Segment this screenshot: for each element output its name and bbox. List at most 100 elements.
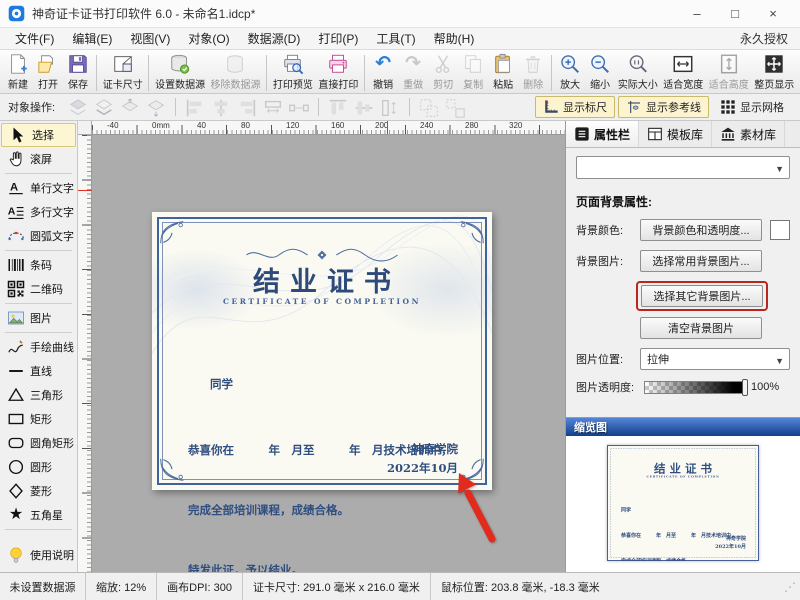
menu-object[interactable]: 对象(O): [179, 28, 238, 49]
background-color-button[interactable]: 背景颜色和透明度...: [640, 219, 762, 241]
svg-text:A: A: [8, 205, 16, 217]
tab-template-library[interactable]: 模板库: [639, 121, 712, 147]
menu-help[interactable]: 帮助(H): [425, 28, 484, 49]
show-ruler-toggle[interactable]: 显示标尺: [535, 96, 615, 118]
corner-flourish-icon: [459, 219, 485, 245]
open-file-icon: [37, 53, 59, 75]
ruler-label: 240: [420, 121, 433, 130]
menu-tools[interactable]: 工具(T): [367, 28, 424, 49]
tool-arc-text[interactable]: 圆弧文字: [0, 224, 77, 248]
menu-datasource[interactable]: 数据源(D): [239, 28, 310, 49]
print-preview-button[interactable]: 打印预览: [270, 52, 315, 91]
tool-triangle[interactable]: 三角形: [0, 383, 77, 407]
clear-background-button[interactable]: 清空背景图片: [640, 317, 762, 339]
close-button[interactable]: ×: [754, 1, 792, 27]
tool-rectangle[interactable]: 矩形: [0, 407, 77, 431]
fit-width-button[interactable]: 适合宽度: [661, 52, 706, 91]
certificate-body-line: 特发此证，予以结业。: [188, 560, 462, 572]
status-card-size: 证卡尺寸: 291.0 毫米 x 216.0 毫米: [243, 573, 431, 600]
tool-image[interactable]: 图片: [0, 306, 77, 330]
help-bulb-icon: [7, 546, 25, 564]
tab-label: 属性栏: [594, 126, 630, 143]
tool-freehand-curve[interactable]: 手绘曲线: [0, 335, 77, 359]
tool-label: 滚屏: [30, 151, 52, 167]
direct-print-button[interactable]: 直接打印: [316, 52, 361, 91]
thumbnail-date: 2022年10月: [715, 543, 746, 551]
background-color-row: 背景颜色: 背景颜色和透明度...: [576, 219, 790, 241]
align-center-icon: [210, 97, 232, 117]
rectangle-icon: [7, 410, 25, 428]
tool-single-line-text[interactable]: A 单行文字: [0, 176, 77, 200]
menu-file[interactable]: 文件(F): [6, 28, 63, 49]
tool-star[interactable]: ★ 五角星: [0, 503, 77, 527]
help-button[interactable]: 使用说明: [0, 540, 77, 570]
resize-grip-icon[interactable]: ⋰: [784, 580, 800, 594]
save-button[interactable]: 保存: [63, 52, 93, 91]
opacity-slider-handle[interactable]: [742, 379, 748, 396]
opacity-slider[interactable]: [644, 381, 746, 394]
object-selector-dropdown[interactable]: ▼: [576, 156, 790, 179]
certificate-page[interactable]: 结业证书 CERTIFICATE OF COMPLETION 同学 恭喜你在 年…: [152, 212, 492, 490]
open-button[interactable]: 打开: [33, 52, 63, 91]
fit-page-button[interactable]: 整页显示: [752, 52, 797, 91]
choose-other-background-button[interactable]: 选择其它背景图片...: [641, 285, 763, 307]
tool-diamond[interactable]: 菱形: [0, 479, 77, 503]
toolbar-label: 放大: [560, 76, 580, 91]
title-bar: 神奇证卡证书打印软件 6.0 - 未命名1.idcp* – □ ×: [0, 0, 800, 28]
zoom-out-button[interactable]: 缩小: [585, 52, 615, 91]
toolbar-label: 适合高度: [709, 76, 749, 91]
toolbar-label: 撤销: [373, 76, 393, 91]
tool-label: 三角形: [30, 387, 63, 403]
toggle-label: 显示网格: [740, 99, 784, 115]
tool-line[interactable]: 直线: [0, 359, 77, 383]
card-size-button[interactable]: 证卡尺寸: [100, 52, 145, 91]
same-width-icon: [262, 97, 284, 117]
image-icon: [7, 309, 25, 327]
actual-size-button[interactable]: 实际大小: [615, 52, 660, 91]
tool-qrcode[interactable]: 二维码: [0, 277, 77, 301]
toggle-label: 显示参考线: [646, 99, 701, 115]
ruler-label: 160: [331, 121, 344, 130]
ruler-cursor-marker: [78, 190, 92, 191]
ruler-cursor-marker: [387, 121, 388, 135]
guides-icon: [626, 99, 642, 115]
circle-icon: [7, 458, 25, 476]
tool-separator: [5, 303, 72, 304]
zoom-in-button[interactable]: 放大: [555, 52, 585, 91]
actual-size-icon: [627, 53, 649, 75]
maximize-button[interactable]: □: [716, 1, 754, 27]
undo-button[interactable]: ↶ 撤销: [368, 52, 398, 91]
tool-pan[interactable]: 滚屏: [0, 147, 77, 171]
paste-button[interactable]: 粘贴: [488, 52, 518, 91]
menu-edit[interactable]: 编辑(E): [63, 28, 121, 49]
tool-select[interactable]: 选择: [1, 123, 76, 147]
image-position-select[interactable]: 拉伸 ▼: [640, 348, 790, 370]
tab-properties[interactable]: 属性栏: [566, 121, 639, 147]
tool-rounded-rectangle[interactable]: 圆角矩形: [0, 431, 77, 455]
tool-multi-line-text[interactable]: A 多行文字: [0, 200, 77, 224]
show-guides-toggle[interactable]: 显示参考线: [618, 96, 709, 118]
background-color-swatch[interactable]: [770, 220, 790, 240]
design-canvas[interactable]: 结业证书 CERTIFICATE OF COMPLETION 同学 恭喜你在 年…: [92, 135, 565, 572]
show-grid-toggle[interactable]: 显示网格: [712, 96, 792, 118]
select-cursor-icon: [9, 126, 27, 144]
tool-label: 圆角矩形: [30, 435, 74, 451]
align-right-icon: [236, 97, 258, 117]
red-highlight-box: 选择其它背景图片...: [636, 281, 768, 311]
tool-circle[interactable]: 圆形: [0, 455, 77, 479]
set-datasource-button[interactable]: 设置数据源: [152, 52, 207, 91]
choose-common-background-button[interactable]: 选择常用背景图片...: [640, 250, 762, 272]
group-icon: [418, 97, 440, 117]
new-button[interactable]: 新建: [3, 52, 33, 91]
app-window: { "window": { "title": "神奇证卡证书打印软件 6.0 -…: [0, 0, 800, 600]
tool-label: 矩形: [30, 411, 52, 427]
menu-print[interactable]: 打印(P): [309, 28, 367, 49]
tool-barcode[interactable]: 条码: [0, 253, 77, 277]
menu-view[interactable]: 视图(V): [121, 28, 179, 49]
minimize-button[interactable]: –: [678, 1, 716, 27]
tab-material-library[interactable]: 素材库: [712, 121, 785, 147]
toolbar-label: 实际大小: [618, 76, 658, 91]
toolbar-label: 新建: [8, 76, 28, 91]
certificate-thumbnail[interactable]: 结业证书 CERTIFICATE OF COMPLETION 同学 恭喜你在 年…: [607, 445, 759, 561]
corner-flourish-icon: [159, 219, 185, 245]
